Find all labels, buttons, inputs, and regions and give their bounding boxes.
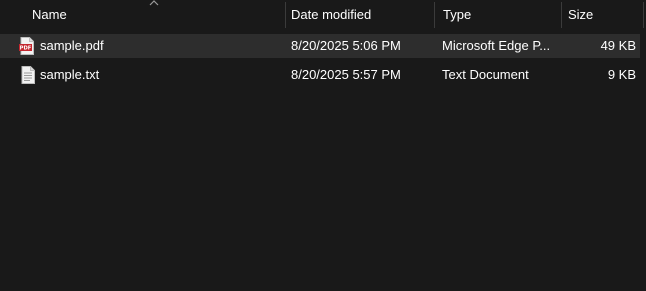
file-row-sample-txt[interactable]: sample.txt 8/20/2025 5:57 PM Text Docume… [0, 63, 640, 87]
svg-text:PDF: PDF [20, 46, 32, 52]
file-size: 9 KB [607, 67, 636, 82]
file-explorer-details-view: Name Date modified Type Size PDF sample.… [0, 0, 646, 291]
file-date-modified: 8/20/2025 5:06 PM [291, 38, 401, 53]
column-divider[interactable] [561, 2, 562, 28]
column-header-date-modified[interactable]: Date modified [291, 0, 431, 30]
column-header-size[interactable]: Size [568, 0, 628, 30]
column-header-name[interactable]: Name [32, 0, 282, 30]
column-header-type[interactable]: Type [443, 0, 558, 30]
file-type: Text Document [442, 67, 529, 82]
column-divider[interactable] [434, 2, 435, 28]
text-file-icon [21, 66, 35, 84]
column-header-bar: Name Date modified Type Size [0, 0, 646, 30]
file-type: Microsoft Edge P... [442, 38, 551, 53]
file-size: 49 KB [600, 38, 636, 53]
column-divider[interactable] [285, 2, 286, 28]
column-divider[interactable] [643, 2, 644, 28]
file-name: sample.pdf [40, 38, 104, 53]
file-row-sample-pdf[interactable]: PDF sample.pdf 8/20/2025 5:06 PM Microso… [0, 34, 640, 58]
pdf-file-icon: PDF [19, 37, 34, 55]
file-date-modified: 8/20/2025 5:57 PM [291, 67, 401, 82]
file-name: sample.txt [40, 67, 100, 82]
